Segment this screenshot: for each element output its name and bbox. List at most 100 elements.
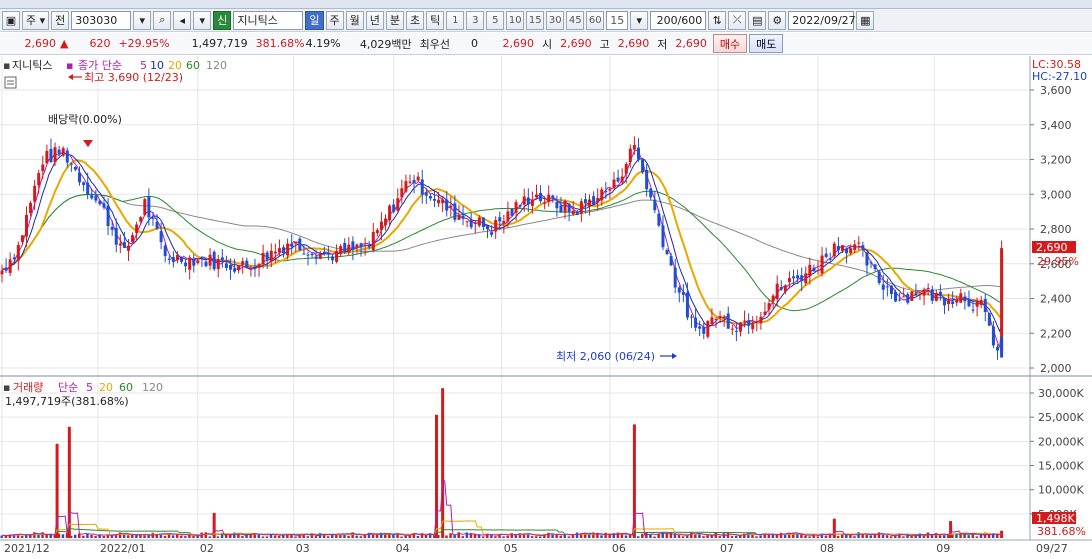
interval-button-60[interactable]: 60 <box>586 10 605 30</box>
candle-body <box>967 298 971 307</box>
sound-dropdown-button[interactable]: ▾ <box>193 10 212 30</box>
sell-button[interactable]: 매도 <box>749 34 784 53</box>
candle-body <box>33 185 37 202</box>
data-count-field[interactable]: 200/600 <box>650 10 707 30</box>
settings-gear-icon[interactable]: ⚙ <box>768 10 787 30</box>
interval-button-30[interactable]: 30 <box>546 10 565 30</box>
market-select[interactable]: 주 ▾ <box>22 10 50 30</box>
compare-icon[interactable]: ⤫ <box>728 10 747 30</box>
sound-icon[interactable]: ◂ <box>173 10 192 30</box>
candle-body <box>424 192 428 196</box>
period-tab-month[interactable]: 월 <box>345 10 364 30</box>
buy-button[interactable]: 매수 <box>712 34 748 53</box>
period-tab-day[interactable]: 일 <box>305 10 324 30</box>
trade-amount: 4,029백만 <box>359 37 412 51</box>
candle-body <box>677 287 681 293</box>
candle-body <box>57 149 61 154</box>
calendar-icon[interactable]: ▦ <box>856 10 875 30</box>
candle-body <box>428 196 432 199</box>
candle-body <box>828 258 832 260</box>
volume-bar <box>506 535 509 538</box>
candle-body <box>65 150 69 163</box>
volume-bar <box>326 536 330 538</box>
stock-code-input[interactable]: 303030 <box>71 10 132 30</box>
candle-body <box>412 179 416 184</box>
volume-bar <box>563 534 567 538</box>
candle-body <box>473 222 477 224</box>
candle-body <box>714 319 718 321</box>
period-tab-tick[interactable]: 틱 <box>426 10 445 30</box>
candle-body <box>645 169 649 190</box>
stock-chart[interactable]: ▪ 지니틱스 ▪ 종가 단순 5 10 20 60 120 LC:30.58 H… <box>0 56 1092 556</box>
vma20-label: 20 <box>99 381 113 394</box>
interval-button-3[interactable]: 3 <box>466 10 485 30</box>
volume-bar <box>86 533 89 538</box>
candle-body <box>840 245 844 252</box>
volume-bar <box>102 535 105 538</box>
end-date-label: 09/27 <box>1036 542 1068 555</box>
code-dropdown-button[interactable]: ▾ <box>133 10 152 30</box>
interval-button-1[interactable]: 1 <box>446 10 465 30</box>
save-icon[interactable]: ▤ <box>748 10 767 30</box>
high-price: 2,690 <box>617 37 650 50</box>
candle-body <box>110 227 114 230</box>
volume-bar <box>371 534 375 538</box>
ma-toggle-icon: ▪ <box>66 59 73 72</box>
candle-body <box>734 330 738 332</box>
candle-body <box>755 321 759 323</box>
interval-button-45[interactable]: 45 <box>566 10 585 30</box>
volume-bar <box>69 535 73 538</box>
time-tick-label: 05 <box>504 542 518 555</box>
candle-body <box>771 295 775 302</box>
volume-bar <box>808 536 811 538</box>
interval-button-15[interactable]: 15 <box>526 10 545 30</box>
volume-bar <box>922 536 926 538</box>
candle-body <box>90 195 94 199</box>
chart-tools-icon[interactable]: ⇅ <box>708 10 727 30</box>
candle-body <box>490 232 494 235</box>
candle-body <box>314 256 318 259</box>
date-input[interactable]: 2022/09/27 <box>788 10 856 30</box>
volume-bar <box>61 534 65 538</box>
candle-body <box>922 289 926 296</box>
candle-body <box>322 251 326 254</box>
search-icon[interactable]: ⌕ <box>153 10 172 30</box>
chart-area[interactable]: ▪ 지니틱스 ▪ 종가 단순 5 10 20 60 120 LC:30.58 H… <box>0 56 1092 556</box>
interval-button-10[interactable]: 10 <box>506 10 525 30</box>
interval-input[interactable]: 15 <box>606 10 629 30</box>
volume-bar <box>461 536 465 538</box>
candle-body <box>583 199 587 204</box>
candle-body <box>282 247 286 254</box>
candle-body <box>131 235 135 243</box>
candle-body <box>718 316 722 318</box>
type-select[interactable]: 전 <box>51 10 70 30</box>
candle-body <box>184 262 188 267</box>
candle-body <box>588 199 592 207</box>
grid-toggle-icon[interactable] <box>4 76 17 89</box>
candle-body <box>1000 248 1004 351</box>
window-menu-icon[interactable]: ▣ <box>2 10 20 30</box>
volume-bar <box>208 536 212 538</box>
candle-body <box>983 299 987 313</box>
candle-body <box>857 242 861 244</box>
period-tab-week[interactable]: 주 <box>325 10 344 30</box>
period-tab-year[interactable]: 년 <box>365 10 384 30</box>
candle-body <box>384 218 388 226</box>
period-tab-minute[interactable]: 분 <box>385 10 405 30</box>
candle-body <box>812 267 816 272</box>
volume-bar <box>257 534 261 538</box>
volume-bar <box>539 536 542 538</box>
period-tab-second[interactable]: 초 <box>406 10 425 30</box>
interval-dropdown-button[interactable]: ▾ <box>630 10 649 30</box>
candle-body <box>808 264 812 277</box>
candle-body <box>371 232 375 251</box>
candle-body <box>502 220 506 224</box>
interval-button-5[interactable]: 5 <box>486 10 505 30</box>
volume-bar <box>273 535 277 538</box>
candle-body <box>135 224 139 234</box>
volume-bar <box>437 535 440 538</box>
volume-bar <box>449 533 452 538</box>
candle-body <box>649 188 653 198</box>
candle-body <box>228 264 232 270</box>
candle-body <box>898 299 902 301</box>
